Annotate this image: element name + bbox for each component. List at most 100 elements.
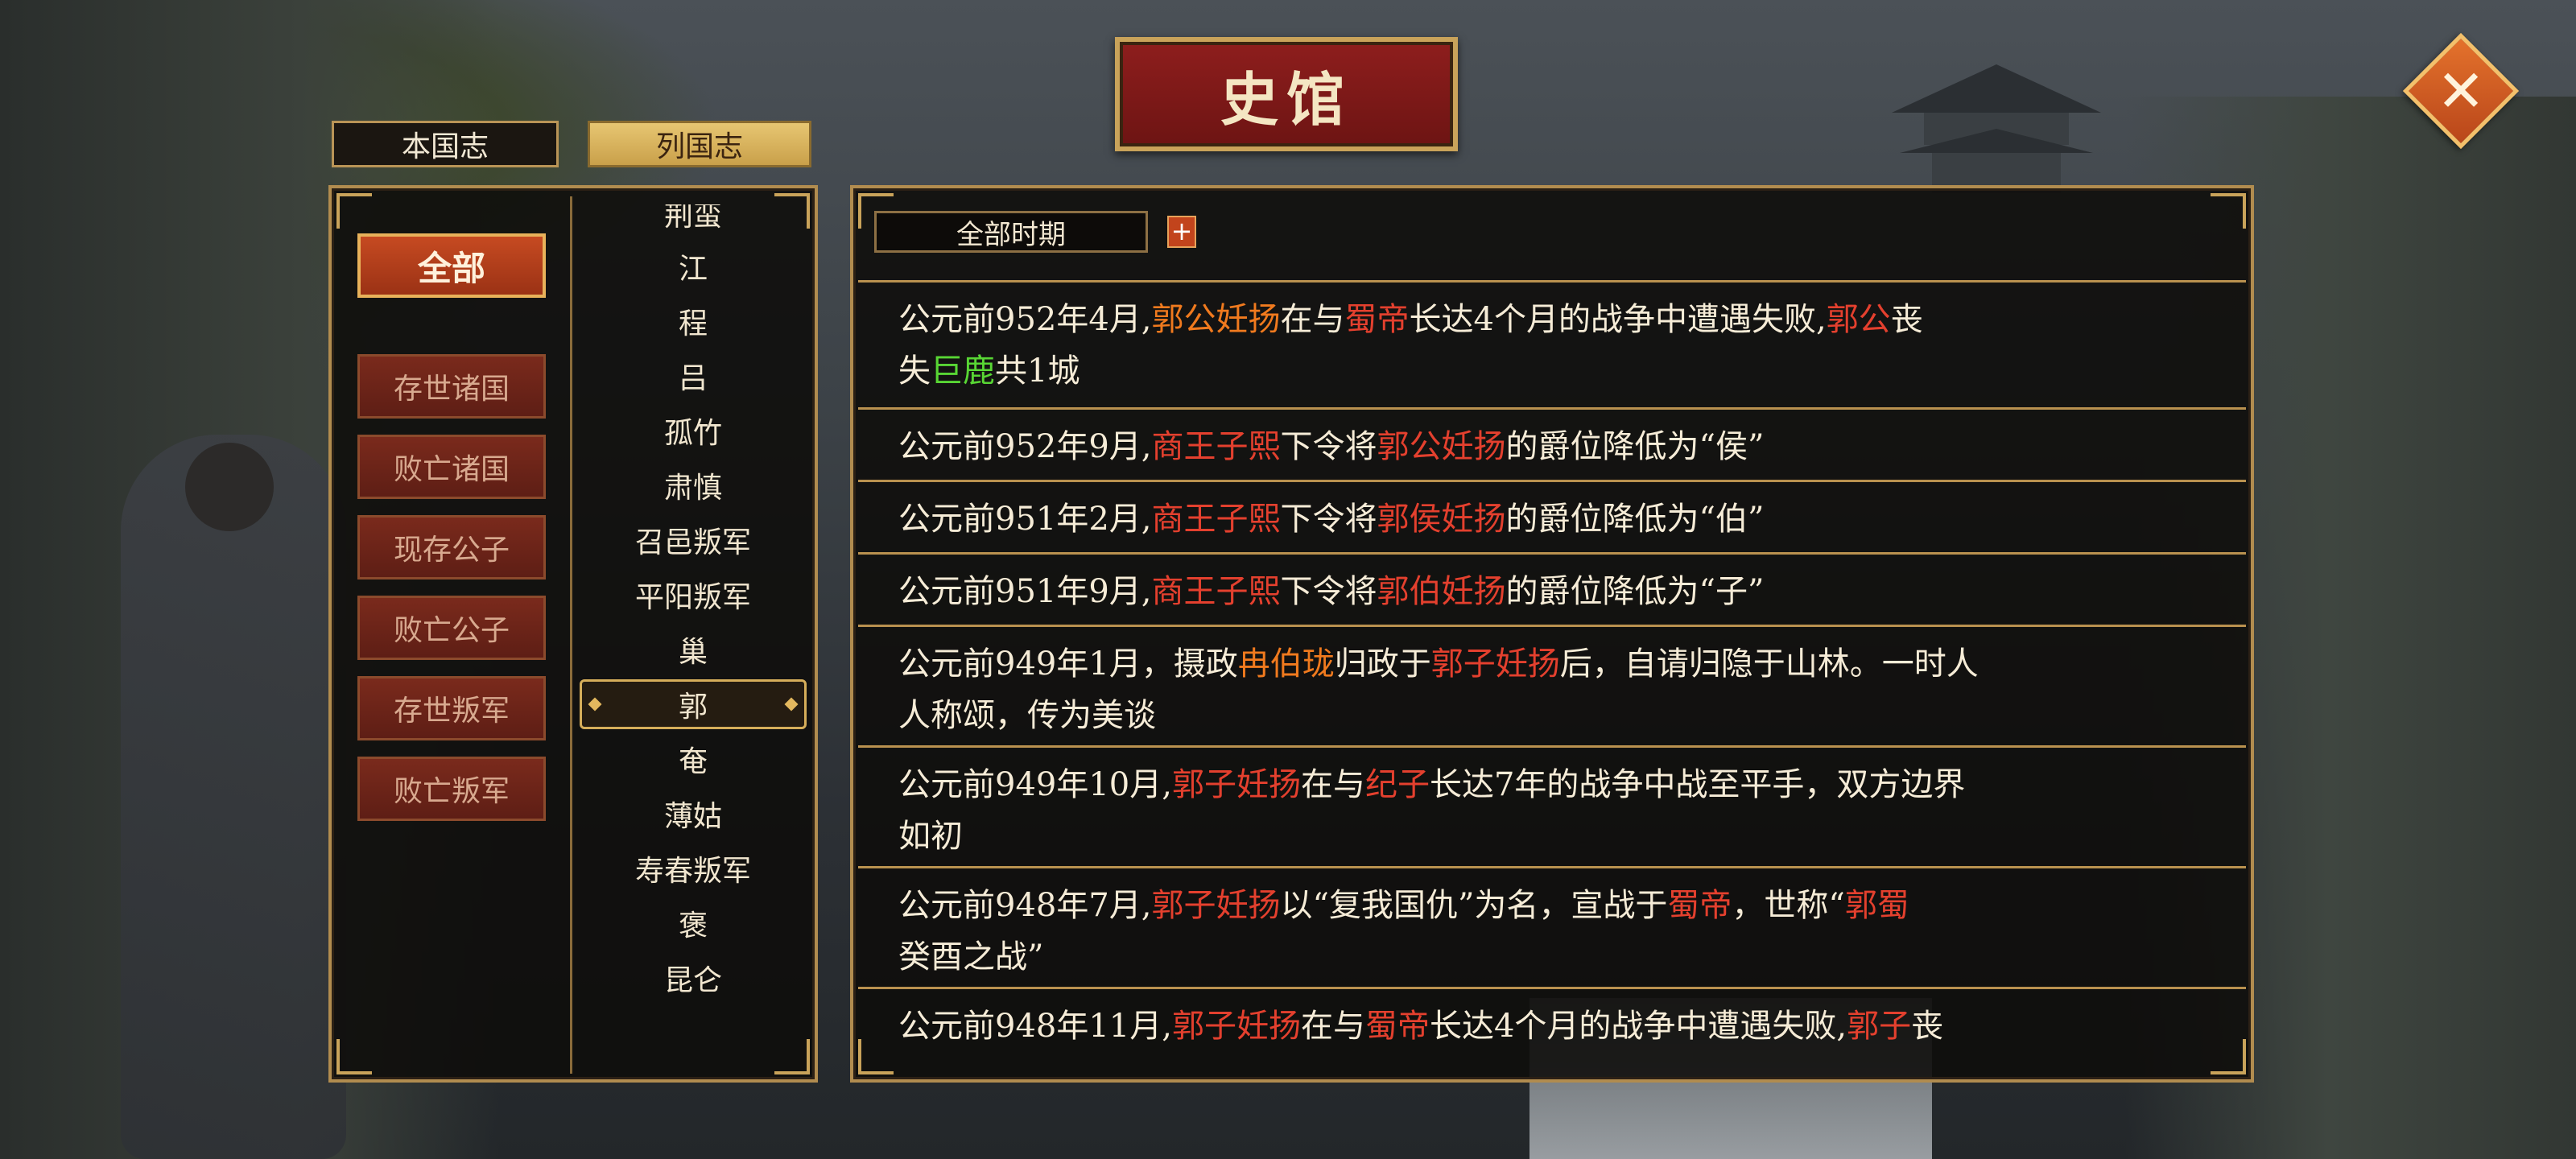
history-record: 公元前951年9月,商王子熙下令将郭伯妊扬的爵位降低为“子” [858,552,2246,625]
name-link[interactable]: 郭公妊扬 [1152,301,1281,338]
record-text: 癸酉之战” [898,938,1044,975]
record-text: 下令将 [1280,573,1377,610]
nation-item[interactable]: 巢 [573,625,813,674]
record-text: 公元前949年1月，摄政 [898,645,1238,683]
record-text: 的爵位降低为“子” [1505,573,1765,610]
record-text: 在与 [1300,1008,1365,1045]
name-link[interactable]: 郭子 [1847,1008,1911,1045]
record-text: 公元前951年2月, [898,501,1152,538]
record-text: ，世称“ [1732,887,1845,924]
name-link[interactable]: 商王子熙 [1152,428,1281,465]
history-record: 公元前948年7月,郭子妊扬以“复我国仇”为名，宣战于蜀帝，世称“郭蜀癸酉之战” [858,866,2246,987]
name-link[interactable]: 商王子熙 [1152,573,1281,610]
category-nation-panel: 全部 存世诸国 败亡诸国 现存公子 败亡公子 存世叛军 败亡叛军 荆蛮 江 程 … [328,185,818,1083]
name-link[interactable]: 郭伯妊扬 [1377,573,1506,610]
name-link[interactable]: 蜀帝 [1667,887,1732,924]
panel-divider [570,196,572,1074]
nation-item[interactable]: 寿春叛军 [573,843,813,893]
category-fallen-states-button[interactable]: 败亡诸国 [357,435,546,499]
history-record: 公元前948年11月,郭子妊扬在与蜀帝长达4个月的战争中遭遇失败,郭子丧 [858,987,2246,1079]
name-link[interactable]: 纪子 [1365,766,1430,803]
record-text: 人称颂，传为美谈 [898,697,1156,734]
name-link[interactable]: 蜀帝 [1365,1008,1430,1045]
record-text: 如初 [898,818,963,855]
record-text: 公元前951年9月, [898,573,1152,610]
close-x-icon[interactable]: ✕ [2420,50,2502,132]
category-surviving-states-button[interactable]: 存世诸国 [357,354,546,419]
name-link[interactable]: 郭子妊扬 [1431,645,1560,683]
name-link[interactable]: 郭子妊扬 [1172,766,1301,803]
record-text: 公元前948年7月, [898,887,1152,924]
period-dropdown[interactable]: 全部时期 [874,211,1148,253]
record-text: 的爵位降低为“伯” [1505,501,1765,538]
record-text: 公元前952年4月, [898,301,1152,338]
nation-item[interactable]: 召邑叛军 [573,515,813,565]
name-link[interactable]: 郭侯妊扬 [1377,501,1506,538]
history-record: 公元前949年1月，摄政冉伯珑归政于郭子妊扬后，自请归隐于山林。一时人人称颂，传… [858,625,2246,745]
name-link[interactable]: 郭公妊扬 [1377,428,1506,465]
category-fallen-princes-button[interactable]: 败亡公子 [357,596,546,660]
period-expand-plus-icon[interactable]: + [1167,216,1196,248]
tab-home-annals[interactable]: 本国志 [332,121,559,167]
name-link[interactable]: 郭蜀 [1845,887,1909,924]
nation-item[interactable]: 吕 [573,351,813,401]
record-text: 下令将 [1280,428,1377,465]
record-text: 共1城 [995,353,1080,390]
name-link[interactable]: 冉伯珑 [1238,645,1335,683]
selection-diamond-icon [784,697,799,711]
frame-corner [2211,193,2246,229]
category-surviving-rebels-button[interactable]: 存世叛军 [357,676,546,740]
selection-diamond-icon [588,697,602,711]
tab-all-nations-annals[interactable]: 列国志 [588,121,811,167]
record-text: 丧 [1911,1008,1944,1045]
record-text: 在与 [1280,301,1345,338]
name-link[interactable]: 商王子熙 [1152,501,1281,538]
name-link[interactable]: 郭子妊扬 [1152,887,1281,924]
category-fallen-rebels-button[interactable]: 败亡叛军 [357,757,546,821]
nation-item-selected[interactable]: 郭 [580,679,807,729]
frame-corner [336,1039,372,1074]
record-text: 下令将 [1280,501,1377,538]
record-text: 在与 [1300,766,1365,803]
record-text: 以“复我国仇”为名，宣战于 [1280,887,1668,924]
nation-item[interactable]: 江 [573,241,813,291]
nation-item[interactable]: 褒 [573,898,813,948]
title-plaque: 史馆 [1115,37,1458,151]
background-scholar-head [185,443,274,531]
record-text: 公元前952年9月, [898,428,1152,465]
record-text: 长达4个月的战争中遭遇失败, [1429,1008,1847,1045]
name-link[interactable]: 蜀帝 [1345,301,1410,338]
nation-item[interactable]: 薄姑 [573,789,813,839]
record-text: 失 [898,353,931,390]
record-text: 丧 [1890,301,1923,338]
nation-item-label: 郭 [678,691,708,724]
record-text: 长达7年的战争中战至平手，双方边界 [1429,766,1966,803]
nation-item[interactable]: 昆仑 [573,953,813,1003]
record-text: 归政于 [1334,645,1431,683]
history-record: 公元前952年4月,郭公妊扬在与蜀帝长达4个月的战争中遭遇失败,郭公丧失巨鹿共1… [858,280,2246,407]
nation-item[interactable]: 平阳叛军 [573,570,813,620]
record-text: 后，自请归隐于山林。一时人 [1559,645,1979,683]
name-link[interactable]: 郭子妊扬 [1172,1008,1301,1045]
background-pagoda [1892,64,2101,193]
frame-corner [336,193,372,229]
record-text: 长达4个月的战争中遭遇失败, [1409,301,1827,338]
nation-item[interactable]: 程 [573,296,813,346]
nation-item[interactable]: 荆蛮 [573,204,813,238]
category-living-princes-button[interactable]: 现存公子 [357,515,546,580]
records-list[interactable]: 公元前952年4月,郭公妊扬在与蜀帝长达4个月的战争中遭遇失败,郭公丧 失巨鹿共1… [858,266,2246,1079]
history-record: 公元前951年2月,商王子熙下令将郭侯妊扬的爵位降低为“伯” [858,480,2246,552]
nation-item[interactable]: 奄 [573,734,813,784]
history-records-panel: 全部时期 + 公元前952年4月,郭公妊扬在与蜀帝长达4个月的战争中遭遇失败,郭… [850,185,2254,1083]
name-link[interactable]: 郭公 [1827,301,1891,338]
record-text: 公元前949年10月, [898,766,1172,803]
nation-list[interactable]: 荆蛮 江 程 吕 孤竹 肃慎 召邑叛军 平阳叛军 巢 郭 奄 薄姑 寿春叛军 褒… [573,204,813,1074]
history-record: 公元前952年9月,商王子熙下令将郭公妊扬的爵位降低为“侯” [858,407,2246,480]
category-all-button[interactable]: 全部 [357,233,546,298]
city-link[interactable]: 巨鹿 [931,353,995,390]
record-text: 的爵位降低为“侯” [1505,428,1765,465]
record-text: 公元前948年11月, [898,1008,1172,1045]
page-title: 史馆 [1220,64,1352,134]
nation-item[interactable]: 孤竹 [573,406,813,456]
nation-item[interactable]: 肃慎 [573,460,813,510]
